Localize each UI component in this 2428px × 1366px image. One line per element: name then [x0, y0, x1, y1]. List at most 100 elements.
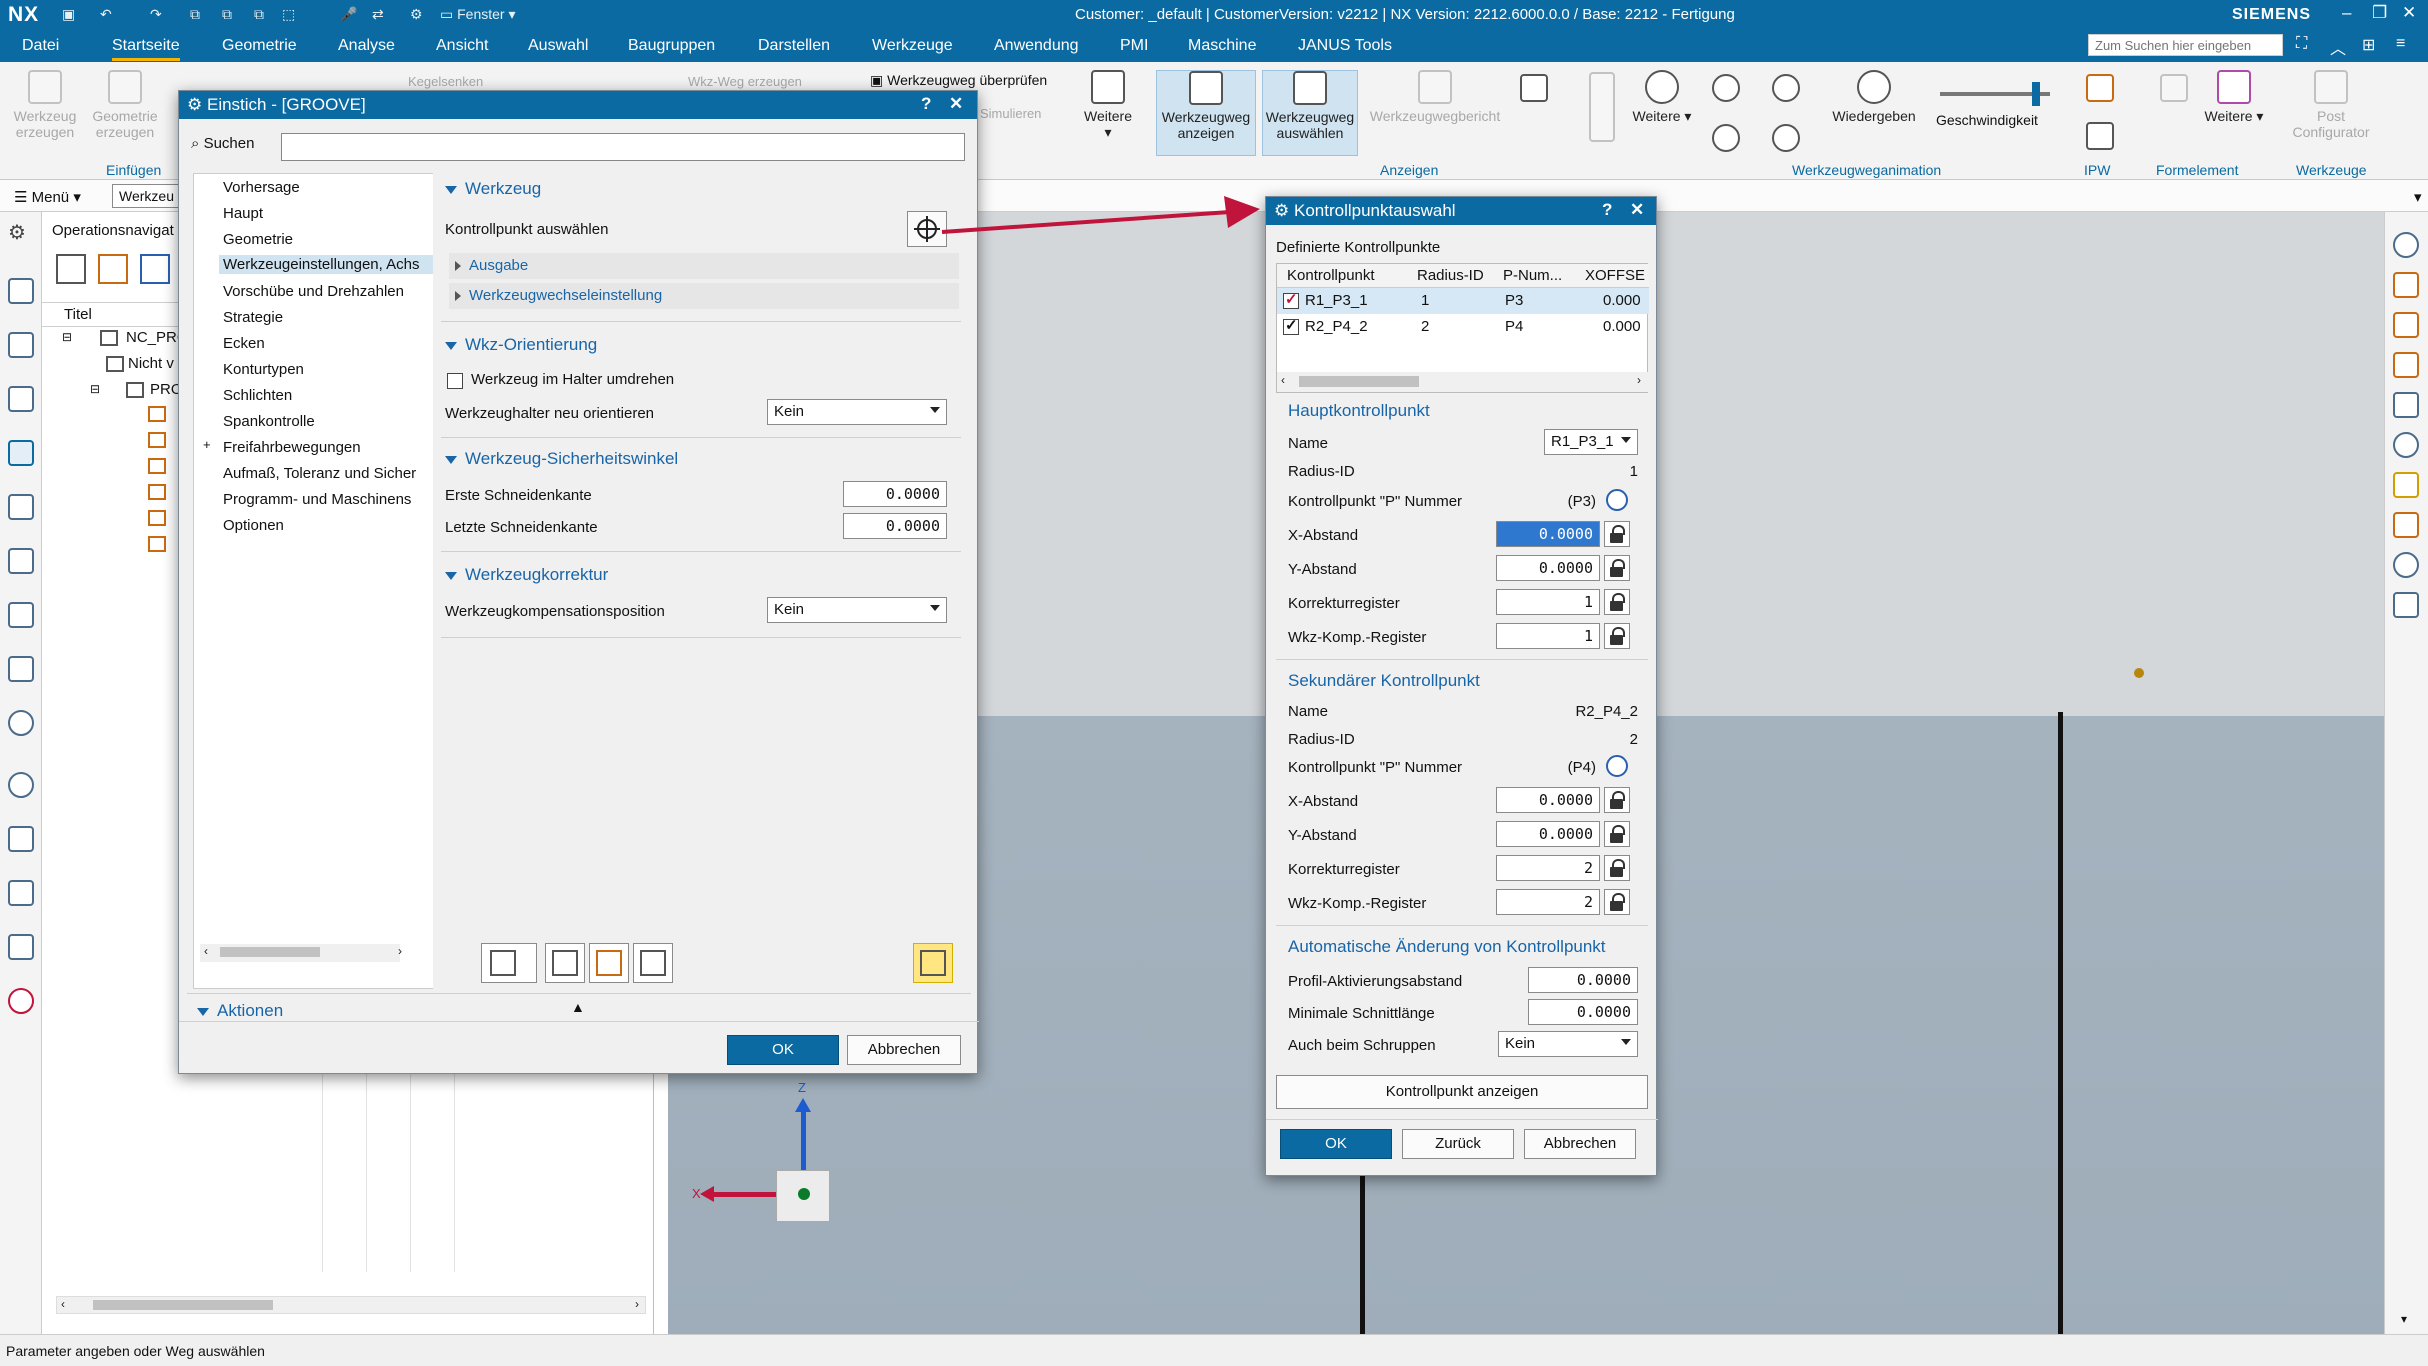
- lock-icon[interactable]: [1604, 787, 1630, 813]
- lock-icon[interactable]: [1604, 821, 1630, 847]
- program-order-view-icon[interactable]: [56, 254, 86, 284]
- haupt-y-input[interactable]: 0.0000: [1496, 555, 1600, 581]
- column-radius-id[interactable]: Radius-ID: [1417, 267, 1484, 284]
- haupt-name-select[interactable]: R1_P3_1: [1544, 429, 1638, 455]
- lock-icon[interactable]: [1604, 855, 1630, 881]
- schruppen-select[interactable]: Kein: [1498, 1031, 1638, 1057]
- tree-item-aufmass[interactable]: Aufmaß, Toleranz und Sicher: [223, 465, 431, 482]
- column-p-nummer[interactable]: P-Num...: [1503, 267, 1562, 284]
- post-configurator-button[interactable]: Post Configurator: [2282, 70, 2380, 140]
- tree-item-konturtypen[interactable]: Konturtypen: [223, 361, 304, 378]
- lock-icon[interactable]: [1604, 589, 1630, 615]
- scroll-right-icon[interactable]: ›: [635, 1297, 639, 1311]
- haupt-korr-input[interactable]: 1: [1496, 589, 1600, 615]
- visibility-icon[interactable]: [2393, 232, 2419, 258]
- process-navigator-icon[interactable]: [8, 826, 34, 852]
- menu-pmi[interactable]: PMI: [1120, 37, 1148, 55]
- to-end-button[interactable]: [1770, 124, 1802, 156]
- formelement-button[interactable]: [2156, 74, 2192, 106]
- strip-overflow-icon[interactable]: ▾: [2401, 1312, 2407, 1326]
- tree-item-spankontrolle[interactable]: Spankontrolle: [223, 413, 315, 430]
- zurueck-button[interactable]: Zurück: [1402, 1129, 1514, 1159]
- subsection-werkzeugwechsel[interactable]: Werkzeugwechseleinstellung: [455, 287, 662, 304]
- menu-datei[interactable]: Datei: [22, 37, 59, 55]
- help-button[interactable]: ?: [921, 94, 931, 114]
- operation-icon[interactable]: [148, 484, 166, 500]
- section-aktionen[interactable]: Aktionen: [197, 1001, 283, 1021]
- search-input[interactable]: [281, 133, 965, 161]
- help-button[interactable]: ?: [1602, 200, 1612, 220]
- tree-item-schlichten[interactable]: Schlichten: [223, 387, 292, 404]
- scroll-left-icon[interactable]: ‹: [61, 1297, 65, 1311]
- scroll-right-icon[interactable]: ›: [398, 944, 402, 958]
- verify-button[interactable]: [589, 943, 629, 983]
- close-button[interactable]: ✕: [1630, 200, 1644, 220]
- operation-icon[interactable]: [148, 432, 166, 448]
- erste-schneidenkante-input[interactable]: 0.0000: [843, 481, 947, 507]
- window-menu[interactable]: ▭ Fenster ▾: [440, 6, 516, 23]
- kegelsenken-button[interactable]: Kegelsenken: [408, 74, 483, 89]
- abbrechen-button[interactable]: Abbrechen: [847, 1035, 961, 1065]
- geschwindigkeit-slider[interactable]: [1940, 82, 2050, 106]
- redo-icon[interactable]: ↷: [150, 6, 162, 23]
- inventory-icon[interactable]: [8, 656, 34, 682]
- operation-icon[interactable]: [148, 406, 166, 422]
- column-xoffset[interactable]: XOFFSE: [1585, 267, 1647, 284]
- werkzeugweg-auswaehlen-button[interactable]: Werkzeugweg auswählen: [1262, 70, 1358, 156]
- section-sicherheitswinkel[interactable]: Werkzeug-Sicherheitswinkel: [445, 449, 678, 469]
- replay-button[interactable]: [545, 943, 585, 983]
- tree-node-nicht-verwendet[interactable]: Nicht v: [128, 355, 174, 372]
- werkzeugwegbericht-button[interactable]: Werkzeugwegbericht: [1364, 70, 1506, 124]
- simulieren-button[interactable]: Simulieren: [980, 106, 1041, 121]
- section-wkz-orientierung[interactable]: Wkz-Orientierung: [445, 335, 597, 355]
- expand-icon[interactable]: ⊟: [62, 330, 72, 344]
- highlight-icon[interactable]: [2393, 472, 2419, 498]
- paste-icon[interactable]: ⧉: [222, 6, 232, 23]
- part-navigator-icon[interactable]: [8, 332, 34, 358]
- menu-button[interactable]: ☰ Menü ▾: [14, 188, 81, 206]
- sek-y-input[interactable]: 0.0000: [1496, 821, 1600, 847]
- wkz-weg-erzeugen-button[interactable]: Wkz-Weg erzeugen: [688, 74, 802, 89]
- point-select-icon[interactable]: [1606, 489, 1628, 511]
- close-window-icon[interactable]: ✕: [2402, 3, 2416, 23]
- operation-icon[interactable]: [148, 536, 166, 552]
- collapse-icon[interactable]: ▲: [571, 999, 585, 1015]
- kontrollpunkt-anzeigen-button[interactable]: Kontrollpunkt anzeigen: [1276, 1075, 1648, 1109]
- kompensationsposition-select[interactable]: Kein: [767, 597, 947, 623]
- type-filter-select[interactable]: Werkzeu: [112, 184, 180, 208]
- wiedergeben-button[interactable]: Wiedergeben: [1826, 70, 1922, 124]
- toolpath-select-button[interactable]: [913, 943, 953, 983]
- subsection-ausgabe[interactable]: Ausgabe: [455, 257, 528, 274]
- roles-icon[interactable]: [8, 988, 34, 1014]
- profil-aktivierungsabstand-input[interactable]: 0.0000: [1528, 967, 1638, 993]
- history-icon[interactable]: [8, 772, 34, 798]
- menu-startseite[interactable]: Startseite: [112, 37, 180, 61]
- point-select-icon[interactable]: [1606, 755, 1628, 777]
- section-werkzeug[interactable]: Werkzeug: [445, 179, 541, 199]
- lock-icon[interactable]: [1604, 623, 1630, 649]
- ok-button[interactable]: OK: [1280, 1129, 1392, 1159]
- play-step-icon[interactable]: [2393, 552, 2419, 578]
- scroll-left-icon[interactable]: ‹: [1281, 373, 1285, 387]
- scroll-thumb[interactable]: [1299, 376, 1419, 387]
- geometrie-erzeugen-button[interactable]: Geometrie erzeugen: [88, 70, 162, 140]
- menu-anwendung[interactable]: Anwendung: [994, 37, 1079, 55]
- part-material-icon[interactable]: [2393, 272, 2419, 298]
- navigator-hscrollbar[interactable]: ‹ ›: [56, 1296, 646, 1314]
- assembly-navigator-icon[interactable]: [8, 278, 34, 304]
- to-start-button[interactable]: [1710, 124, 1742, 156]
- haupt-x-input[interactable]: 0.0000: [1496, 521, 1600, 547]
- path-icon[interactable]: [2393, 592, 2419, 618]
- command-search-input[interactable]: [2088, 34, 2283, 56]
- menu-maschine[interactable]: Maschine: [1188, 37, 1256, 55]
- menu-baugruppen[interactable]: Baugruppen: [628, 37, 715, 55]
- settings-icon[interactable]: ⚙: [8, 220, 34, 246]
- collapse-ribbon-icon[interactable]: ︿: [2330, 35, 2346, 59]
- lock-icon[interactable]: [1604, 889, 1630, 915]
- web-browser-icon[interactable]: [8, 710, 34, 736]
- minimize-icon[interactable]: –: [2342, 3, 2351, 23]
- tree-item-optionen[interactable]: Optionen: [223, 517, 284, 534]
- werkzeug-erzeugen-button[interactable]: Werkzeug erzeugen: [10, 70, 80, 140]
- expand-icon[interactable]: +: [203, 437, 211, 452]
- restore-icon[interactable]: ❐: [2372, 3, 2387, 23]
